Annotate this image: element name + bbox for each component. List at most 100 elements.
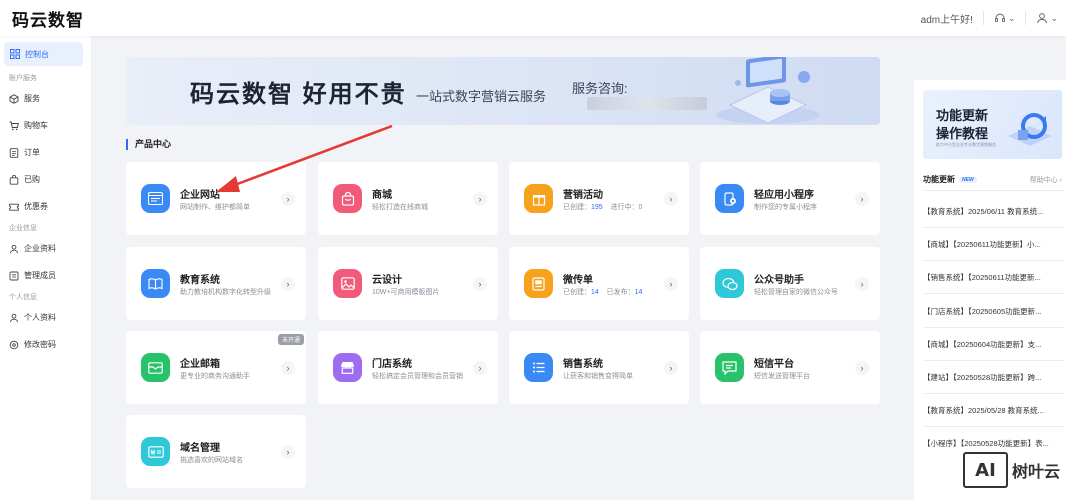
news-item[interactable]: 【门店系统】【20250605功能更新... xyxy=(923,306,1064,317)
sidebar-item-label: 企业资料 xyxy=(24,244,56,253)
updates-panel: 功能更新 操作教程 助力中小型企业专业数字营销服务 功能更新 NEW 帮助中心 … xyxy=(914,80,1066,500)
user-icon xyxy=(1037,13,1048,24)
book-icon xyxy=(141,269,170,298)
miniapp-icon xyxy=(715,184,744,213)
greeting-text: adm上午好! xyxy=(920,14,973,26)
news-item[interactable]: 【教育系统】2025/06/11 教育系统... xyxy=(923,206,1064,217)
card-title: 商城 xyxy=(372,190,392,201)
tutorial-banner-line2: 操作教程 xyxy=(936,126,989,141)
product-card-domain[interactable]: 域名管理 挑选喜欢的网站域名 › xyxy=(126,415,306,488)
product-card-miniapp[interactable]: 轻应用小程序 制作您的专属小程序 › xyxy=(700,162,880,235)
sms-icon xyxy=(715,353,744,382)
card-desc: 短信发送管理平台 xyxy=(754,373,810,380)
app-logo[interactable]: 码云数智 xyxy=(12,6,84,31)
card-desc: 轻松搞定会员管理和会员营销 xyxy=(372,373,463,380)
tutorial-banner-line1: 功能更新 xyxy=(936,108,989,123)
stat-label: 进行中： xyxy=(610,204,639,211)
sidebar-item-purchased[interactable]: 已购 xyxy=(0,166,91,193)
chevron-right-icon[interactable]: › xyxy=(855,277,869,291)
card-desc: 轻松打造在线商城 xyxy=(372,204,428,211)
user-menu[interactable]: ⌄ xyxy=(1036,12,1058,24)
divider xyxy=(923,393,1064,394)
sidebar-item-label: 修改密码 xyxy=(24,340,56,349)
chevron-down-icon: ⌄ xyxy=(1007,12,1016,23)
promo-banner[interactable]: 码云数智 好用不贵 一站式数字营销云服务 服务咨询: xyxy=(126,57,880,125)
chevron-right-icon[interactable]: › xyxy=(664,192,678,206)
product-card-shop[interactable]: 商城 轻松打造在线商城 › xyxy=(318,162,498,235)
sidebar-item-profile[interactable]: 个人资料 xyxy=(0,304,91,331)
card-desc: 更专业的商务沟通助手 xyxy=(180,373,250,380)
chevron-right-icon[interactable]: › xyxy=(473,192,487,206)
help-center-link[interactable]: 帮助中心 › xyxy=(1030,175,1062,185)
card-desc: 轻松管理自家的微信公众号 xyxy=(754,289,838,296)
divider xyxy=(923,190,1064,191)
card-title: 企业邮箱 xyxy=(180,359,220,370)
wechat-icon xyxy=(715,269,744,298)
chevron-right-icon[interactable]: › xyxy=(281,192,295,206)
sidebar-item-services[interactable]: 服务 xyxy=(0,85,91,112)
news-item[interactable]: 【建站】【20250528功能更新】跨... xyxy=(923,372,1064,383)
sidebar-item-cart[interactable]: 购物车 xyxy=(0,112,91,139)
card-title: 教育系统 xyxy=(180,275,220,286)
chevron-right-icon[interactable]: › xyxy=(473,361,487,375)
sidebar-item-label: 已购 xyxy=(24,175,40,184)
product-card-marketing[interactable]: 营销活动 已创建：195 进行中：0 › xyxy=(509,162,689,235)
settings-icon xyxy=(8,339,19,350)
chevron-right-icon[interactable]: › xyxy=(473,277,487,291)
support-menu[interactable]: ⌄ xyxy=(994,12,1016,24)
banner-title: 码云数智 好用不贵 xyxy=(190,81,407,108)
news-item[interactable]: 【教育系统】2025/05/28 教育系统... xyxy=(923,405,1064,416)
sidebar-item-company-info[interactable]: 企业资料 xyxy=(0,235,91,262)
product-card-sales[interactable]: 销售系统 让获客和销售变得简单 › xyxy=(509,331,689,404)
chevron-right-icon[interactable]: › xyxy=(664,361,678,375)
sidebar-item-dashboard[interactable]: 控制台 xyxy=(4,42,83,66)
store-icon xyxy=(333,353,362,382)
news-item[interactable]: 【商城】【20250604功能更新】支... xyxy=(923,339,1064,350)
blurred-phone-number xyxy=(587,97,707,110)
card-desc: 10W+可商用模板图片 xyxy=(372,289,440,296)
sidebar-item-members[interactable]: 管理成员 xyxy=(0,262,91,289)
news-item[interactable]: 【商城】【20250611功能更新】小... xyxy=(923,239,1064,250)
stat-value: 0 xyxy=(638,204,643,211)
sidebar-item-change-password[interactable]: 修改密码 xyxy=(0,331,91,358)
stat-label: 已创建： xyxy=(563,289,591,296)
members-icon xyxy=(8,270,19,281)
sidebar-item-coupons[interactable]: 优惠券 xyxy=(0,193,91,220)
header-divider xyxy=(1025,11,1027,25)
stat-value: 195 xyxy=(591,204,603,211)
product-card-store[interactable]: 门店系统 轻松搞定会员管理和会员营销 › xyxy=(318,331,498,404)
tutorial-banner[interactable]: 功能更新 操作教程 助力中小型企业专业数字营销服务 xyxy=(923,90,1062,159)
product-card-mail[interactable]: 未开通 企业邮箱 更专业的商务沟通助手 › xyxy=(126,331,306,404)
product-card-flyer[interactable]: 微传单 已创建：14 已发布：14 › xyxy=(509,247,689,320)
cube-icon xyxy=(8,93,19,104)
card-title: 微传单 xyxy=(563,275,593,286)
sidebar-item-label: 管理成员 xyxy=(24,271,56,280)
stat-label: 已发布： xyxy=(606,289,635,296)
sidebar: 控制台 账户服务 服务 购物车 订单 已购 优惠券 企业信息 企业资料 管理成员… xyxy=(0,36,92,500)
sidebar-item-orders[interactable]: 订单 xyxy=(0,139,91,166)
product-card-wechat[interactable]: 公众号助手 轻松管理自家的微信公众号 › xyxy=(700,247,880,320)
sidebar-item-label: 服务 xyxy=(24,94,40,103)
product-card-website[interactable]: 企业网站 网站制作、维护都简单 › xyxy=(126,162,306,235)
updates-title: 功能更新 xyxy=(923,175,955,184)
news-item[interactable]: 【销售系统】【20250611功能更新... xyxy=(923,272,1064,283)
divider xyxy=(923,360,1064,361)
chevron-right-icon[interactable]: › xyxy=(664,277,678,291)
card-title: 营销活动 xyxy=(563,190,603,201)
product-card-sms[interactable]: 短信平台 短信发送管理平台 › xyxy=(700,331,880,404)
chevron-right-icon[interactable]: › xyxy=(855,192,869,206)
product-card-education[interactable]: 教育系统 助力教培机构数字化转型升级 › xyxy=(126,247,306,320)
chevron-right-icon[interactable]: › xyxy=(281,277,295,291)
chevron-right-icon[interactable]: › xyxy=(281,361,295,375)
chevron-right-icon[interactable]: › xyxy=(855,361,869,375)
news-item[interactable]: 【小程序】【20250528功能更新】表... xyxy=(923,438,1064,449)
product-card-cloud-design[interactable]: 云设计 10W+可商用模板图片 › xyxy=(318,247,498,320)
chevron-right-icon[interactable]: › xyxy=(281,445,295,459)
card-title: 域名管理 xyxy=(180,443,220,454)
sidebar-item-label: 优惠券 xyxy=(24,202,48,211)
user-icon xyxy=(8,312,19,323)
mail-icon xyxy=(141,353,170,382)
stat-label: 已创建： xyxy=(563,204,591,211)
shop-bag-icon xyxy=(333,184,362,213)
card-title: 企业网站 xyxy=(180,190,220,201)
